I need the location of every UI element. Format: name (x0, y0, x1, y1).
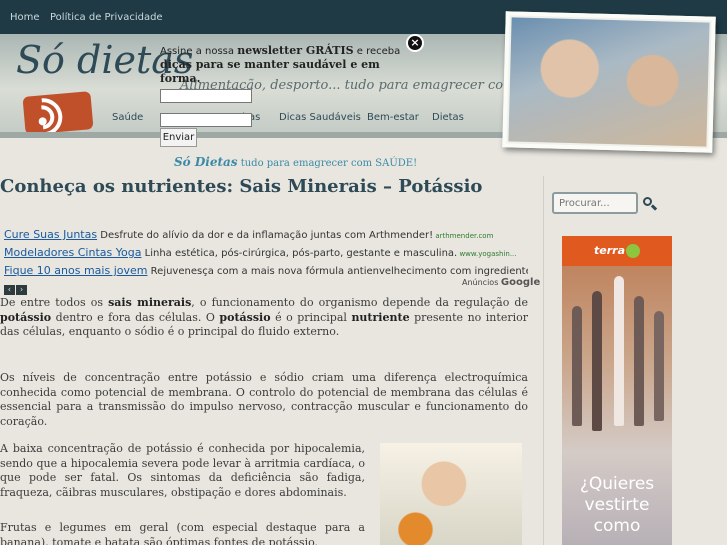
newsletter-email-field[interactable] (160, 113, 252, 127)
home-link[interactable]: Home (10, 12, 40, 23)
ad-headline[interactable]: Fique 10 anos mais jovem (4, 264, 147, 277)
terra-logo-icon (626, 244, 640, 258)
article-paragraph: A baixa concentração de potássio é conhe… (0, 442, 365, 499)
search-input[interactable] (552, 192, 638, 214)
newsletter-submit-button[interactable]: Enviar (160, 128, 197, 147)
newsletter-popup: Assine a nossa newsletter GRÁTIS e receb… (152, 34, 428, 164)
ad-url: www.yogashin... (457, 250, 517, 258)
terra-banner-ad[interactable]: terra ¿Quieres vestirte como (562, 236, 672, 545)
nav-item-dietas[interactable]: Dietas (432, 112, 464, 123)
google-ads-block: Cure Suas Juntas Desfrute do alívio da d… (4, 223, 528, 277)
search-icon[interactable] (642, 196, 658, 211)
terra-logo: terra (594, 244, 625, 257)
article-paragraph: De entre todos os sais minerais, o funci… (0, 296, 528, 338)
ad-headline[interactable]: Modeladores Cintas Yoga (4, 246, 141, 259)
ad-headline[interactable]: Cure Suas Juntas (4, 228, 97, 241)
article-paragraph: Frutas e legumes em geral (com especial … (0, 521, 365, 545)
chevron-left-icon[interactable]: ‹ (4, 285, 15, 295)
ad-item[interactable]: Cure Suas Juntas Desfrute do alívio da d… (4, 223, 528, 241)
ad-description: Rejuvenesça com a mais nova fórmula anti… (147, 266, 528, 277)
ads-by-google-label[interactable]: Anúncios Google (462, 277, 540, 288)
chevron-right-icon[interactable]: › (16, 285, 27, 295)
privacy-policy-link[interactable]: Política de Privacidade (50, 12, 163, 23)
ad-description: Linha estética, pós-cirúrgica, pós-parto… (141, 248, 458, 259)
article-image (380, 443, 522, 545)
ad-item[interactable]: Modeladores Cintas Yoga Linha estética, … (4, 241, 528, 259)
newsletter-name-field[interactable] (160, 89, 252, 103)
ad-pagination: ‹ › (4, 277, 28, 296)
ad-item[interactable]: Fique 10 anos mais jovem Rejuvenesça com… (4, 259, 528, 277)
terra-ad-text: ¿Quieres vestirte como (579, 474, 655, 536)
close-icon[interactable]: × (406, 34, 424, 52)
sidebar-divider (543, 176, 544, 545)
article-title[interactable]: Conheça os nutrientes: Sais Minerais – P… (0, 176, 482, 197)
header-photo (502, 11, 716, 153)
ad-description: Desfrute do alívio da dor e da inflamaçã… (97, 230, 434, 241)
newsletter-text: Assine a nossa newsletter GRÁTIS e receb… (160, 44, 401, 85)
nav-item-saude[interactable]: Saúde (112, 112, 143, 123)
ad-url: arthmender.com (433, 232, 494, 240)
site-subtitle: Só Dietas tudo para emagrecer com SAÚDE! (174, 155, 418, 169)
article-paragraph: Os níveis de concentração entre potássio… (0, 371, 528, 428)
